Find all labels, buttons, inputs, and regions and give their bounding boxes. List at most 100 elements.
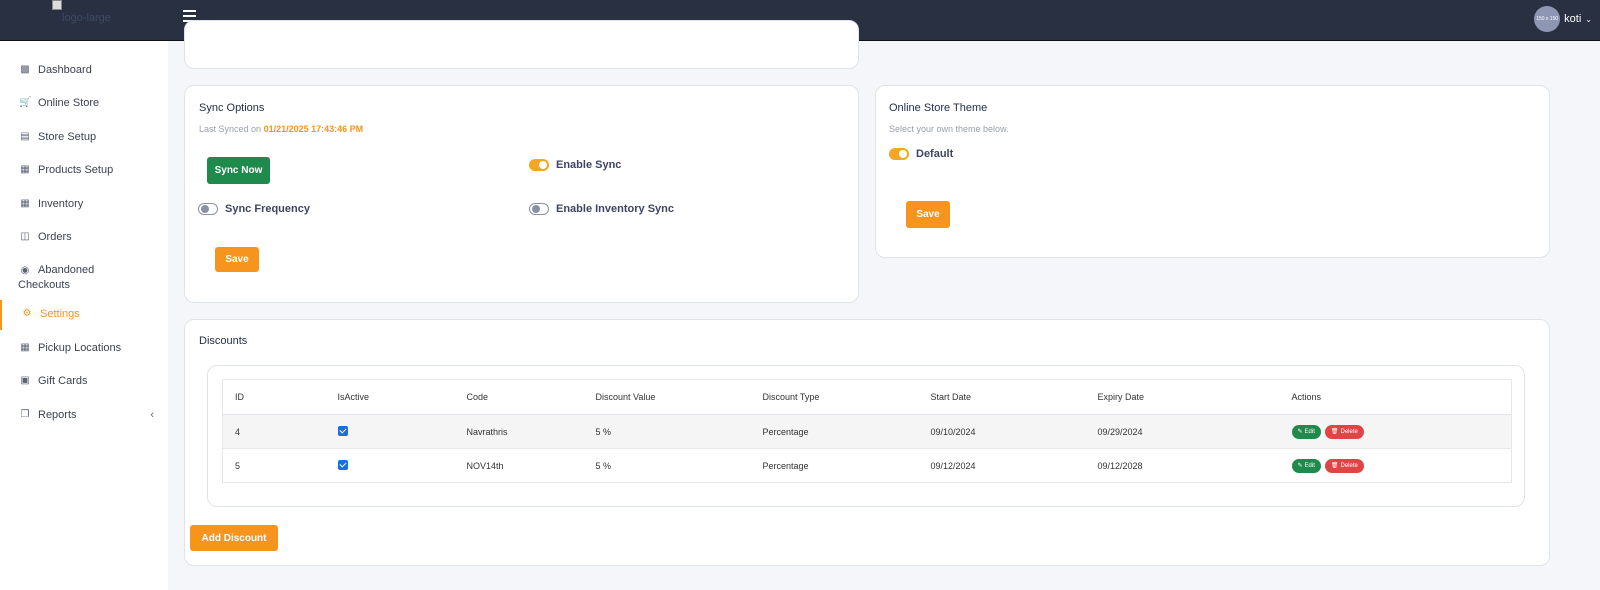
edit-button[interactable]: ✎ Edit xyxy=(1291,458,1321,473)
theme-title: Online Store Theme xyxy=(889,102,988,114)
bar-chart-icon: ▩ xyxy=(20,64,30,75)
sync-frequency-toggle-row[interactable]: Sync Frequency xyxy=(198,203,310,215)
trash-icon: 🗑 xyxy=(1330,429,1339,435)
sidebar-item-label: Reports xyxy=(38,409,77,421)
cell-isactive xyxy=(325,448,455,483)
enable-inventory-sync-toggle[interactable] xyxy=(529,203,549,215)
cell-actions: ✎ Edit 🗑 Delete xyxy=(1279,414,1512,449)
online-store-theme-card: Online Store Theme Select your own theme… xyxy=(875,85,1550,258)
edit-label: Edit xyxy=(1304,428,1315,435)
sidebar-item-label: Pickup Locations xyxy=(38,342,122,354)
sidebar-item-label: Store Setup xyxy=(38,131,97,143)
trash-icon: 🗑 xyxy=(1330,463,1339,469)
delete-label: Delete xyxy=(1340,428,1358,435)
isactive-checkbox[interactable] xyxy=(337,459,348,470)
sync-options-card: Sync Options Last Synced on 01/21/2025 1… xyxy=(184,85,859,303)
cart-icon: 🛒 xyxy=(19,97,32,108)
user-name[interactable]: koti xyxy=(1564,13,1581,25)
chevron-left-icon: ‹ xyxy=(150,409,154,421)
discounts-title: Discounts xyxy=(199,335,248,347)
sidebar: ▩ Dashboard 🛒 Online Store ▤ Store Setup… xyxy=(0,41,168,590)
avatar[interactable]: 150 x 150 xyxy=(1534,6,1561,32)
column-header-start-date: Start Date xyxy=(918,379,1086,415)
delete-button[interactable]: 🗑 Delete xyxy=(1324,458,1364,473)
column-header-discount-value: Discount Value xyxy=(583,379,751,415)
cell-start-date: 09/12/2024 xyxy=(918,448,1086,483)
discounts-table-container: ID IsActive Code Discount Value Discount… xyxy=(207,365,1525,507)
edit-button[interactable]: ✎ Edit xyxy=(1291,424,1321,439)
cell-expiry-date: 09/29/2024 xyxy=(1085,414,1280,449)
broken-image-icon xyxy=(52,0,62,10)
edit-label: Edit xyxy=(1304,462,1315,469)
enable-sync-label: Enable Sync xyxy=(556,159,622,171)
grid-icon: ▦ xyxy=(20,198,30,209)
discounts-card: Discounts ID IsActive Code Discount Valu… xyxy=(184,319,1550,566)
last-synced-value: 01/21/2025 17:43:46 PM xyxy=(263,124,364,134)
column-header-code: Code xyxy=(454,379,584,415)
last-synced-label: Last Synced on xyxy=(199,124,262,134)
enable-sync-toggle-row[interactable]: Enable Sync xyxy=(529,159,621,171)
delete-label: Delete xyxy=(1340,462,1358,469)
sidebar-item-orders[interactable]: ◫ Orders xyxy=(0,223,168,253)
isactive-checkbox[interactable] xyxy=(337,425,348,436)
cell-discount-value: 5 % xyxy=(583,448,751,483)
last-synced-text: Last Synced on 01/21/2025 17:43:46 PM xyxy=(199,124,363,134)
sidebar-item-store-setup[interactable]: ▤ Store Setup xyxy=(0,123,168,153)
user-menu[interactable]: 150 x 150 koti ⌄ xyxy=(1534,6,1592,32)
theme-save-button[interactable]: Save xyxy=(906,201,950,228)
chevron-down-icon[interactable]: ⌄ xyxy=(1585,15,1592,24)
cell-code: NOV14th xyxy=(454,448,584,483)
enable-sync-toggle[interactable] xyxy=(529,159,549,171)
sidebar-item-reports[interactable]: ❐ Reports ‹ xyxy=(0,401,168,431)
gear-icon: ⚙ xyxy=(22,308,32,319)
sidebar-item-dashboard[interactable]: ▩ Dashboard xyxy=(0,56,168,86)
enable-inventory-sync-toggle-row[interactable]: Enable Inventory Sync xyxy=(529,203,674,215)
discounts-table: ID IsActive Code Discount Value Discount… xyxy=(222,379,1512,483)
table-header-row: ID IsActive Code Discount Value Discount… xyxy=(222,379,1512,415)
default-theme-toggle[interactable] xyxy=(889,148,909,160)
sidebar-item-label: Settings xyxy=(40,308,80,320)
sidebar-item-products-setup[interactable]: ▦ Products Setup xyxy=(0,156,168,186)
sidebar-item-abandoned-checkouts[interactable]: ◉ Abandoned Checkouts xyxy=(0,257,168,297)
edit-icon: ✎ xyxy=(1297,429,1303,435)
sync-now-button[interactable]: Sync Now xyxy=(207,157,270,184)
cell-discount-value: 5 % xyxy=(583,414,751,449)
cell-start-date: 09/10/2024 xyxy=(918,414,1086,449)
cell-code: Navrathris xyxy=(454,414,584,449)
cell-expiry-date: 09/12/2028 xyxy=(1085,448,1280,483)
sidebar-item-label: Inventory xyxy=(38,198,84,210)
sidebar-item-gift-cards[interactable]: ▣ Gift Cards xyxy=(0,367,168,397)
table-row: 4 Navrathris 5 % Percentage 09/10/2024 0… xyxy=(222,414,1512,449)
table-row: 5 NOV14th 5 % Percentage 09/12/2024 09/1… xyxy=(222,448,1512,483)
copy-icon: ❐ xyxy=(20,409,30,420)
sidebar-item-inventory[interactable]: ▦ Inventory xyxy=(0,190,168,220)
sidebar-item-settings[interactable]: ⚙ Settings xyxy=(0,300,168,330)
theme-subtitle: Select your own theme below. xyxy=(889,124,1009,134)
logo[interactable]: logo-large xyxy=(52,0,122,24)
cell-id: 5 xyxy=(222,448,326,483)
sync-save-button[interactable]: Save xyxy=(215,247,259,272)
sync-frequency-toggle[interactable] xyxy=(198,203,218,215)
sidebar-item-label: Online Store xyxy=(38,97,100,109)
sidebar-item-pickup-locations[interactable]: ▦ Pickup Locations xyxy=(0,334,168,364)
sidebar-item-online-store[interactable]: 🛒 Online Store xyxy=(0,89,168,119)
default-theme-toggle-row[interactable]: Default xyxy=(889,148,953,160)
sidebar-item-label: Products Setup xyxy=(38,164,114,176)
previous-card xyxy=(184,20,859,69)
column-header-actions: Actions xyxy=(1279,379,1512,415)
add-discount-button[interactable]: Add Discount xyxy=(190,525,278,551)
column-header-discount-type: Discount Type xyxy=(750,379,919,415)
grid-icon: ▦ xyxy=(20,164,30,175)
cell-id: 4 xyxy=(222,414,326,449)
gift-icon: ▣ xyxy=(20,375,30,386)
column-header-expiry-date: Expiry Date xyxy=(1085,379,1280,415)
enable-inventory-sync-label: Enable Inventory Sync xyxy=(556,203,674,215)
edit-icon: ✎ xyxy=(1297,463,1303,469)
sync-options-title: Sync Options xyxy=(199,102,265,114)
sidebar-item-label: Dashboard xyxy=(38,64,92,76)
basket-icon: ◫ xyxy=(20,231,30,242)
sidebar-item-label: Abandoned Checkouts xyxy=(18,264,95,291)
sync-frequency-label: Sync Frequency xyxy=(225,203,310,215)
delete-button[interactable]: 🗑 Delete xyxy=(1324,424,1364,439)
default-theme-label: Default xyxy=(916,148,954,160)
